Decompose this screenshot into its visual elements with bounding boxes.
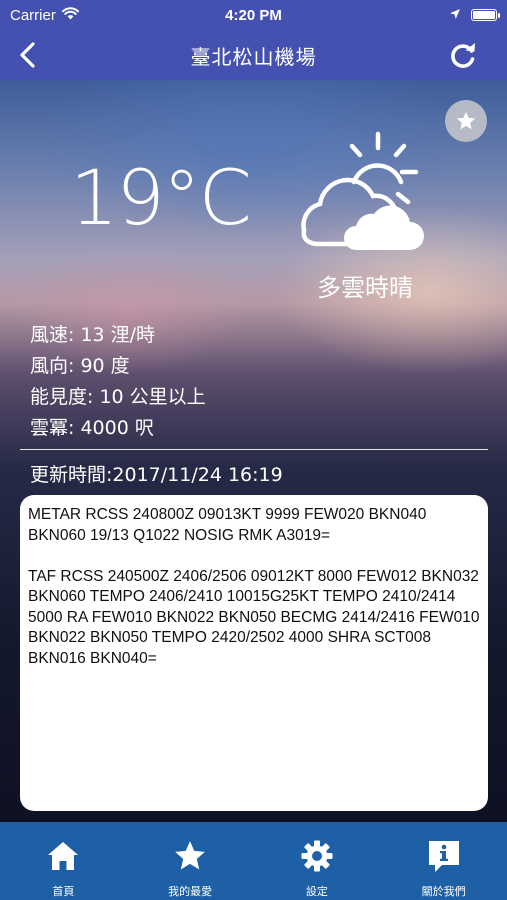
battery-icon <box>471 9 500 21</box>
chevron-left-icon <box>20 42 35 68</box>
refresh-button[interactable] <box>447 39 479 71</box>
tab-label: 設定 <box>305 885 328 898</box>
tab-about[interactable]: 關於我們 <box>380 822 507 900</box>
page-title: 臺北松山機場 <box>190 44 317 69</box>
visibility: 能見度: 10 公里以上 <box>30 386 206 408</box>
update-time: 更新時間:2017/11/24 16:19 <box>30 464 283 486</box>
report-spacer <box>28 546 480 567</box>
tab-label: 關於我們 <box>421 885 466 898</box>
battery-fill <box>473 11 495 19</box>
tab-label: 首頁 <box>52 885 75 898</box>
wifi-icon <box>61 6 79 24</box>
star-icon <box>172 838 208 874</box>
navigation-bar: 臺北松山機場 <box>0 30 507 80</box>
status-bar: Carrier 4:20 PM <box>0 0 507 30</box>
status-left: Carrier <box>10 7 79 24</box>
tab-home[interactable]: 首頁 <box>0 822 127 900</box>
tab-settings[interactable]: 設定 <box>254 822 381 900</box>
metar-report: METAR RCSS 240800Z 09013KT 9999 FEW020 B… <box>28 506 427 544</box>
favorite-button[interactable] <box>445 100 487 142</box>
refresh-icon <box>451 43 475 68</box>
carrier-label: Carrier <box>10 6 56 24</box>
wind-direction: 風向: 90 度 <box>30 355 130 377</box>
location-arrow-icon <box>449 7 461 24</box>
partly-cloudy-icon <box>301 131 424 250</box>
home-icon <box>45 838 81 874</box>
ceiling: 雲冪: 4000 呎 <box>30 417 154 439</box>
weather-details: 風速: 13 浬/時 風向: 90 度 能見度: 10 公里以上 雲冪: 400… <box>30 320 206 444</box>
weather-condition: 多雲時晴 <box>317 274 413 302</box>
taf-report: TAF RCSS 240500Z 2406/2506 09012KT 8000 … <box>28 567 480 667</box>
status-right <box>449 7 500 24</box>
gear-icon <box>299 838 335 874</box>
report-textbox[interactable]: METAR RCSS 240800Z 09013KT 9999 FEW020 B… <box>20 495 488 811</box>
tab-label: 我的最愛 <box>168 885 213 898</box>
back-button[interactable] <box>12 39 44 71</box>
info-icon <box>426 838 462 874</box>
tab-favorites[interactable]: 我的最愛 <box>127 822 254 900</box>
tab-bar: 首頁 我的最愛 設定 關於我們 <box>0 822 507 900</box>
wind-speed: 風速: 13 浬/時 <box>30 324 156 346</box>
temperature: 19°C <box>70 153 252 242</box>
star-icon <box>456 111 476 130</box>
divider <box>20 449 488 450</box>
